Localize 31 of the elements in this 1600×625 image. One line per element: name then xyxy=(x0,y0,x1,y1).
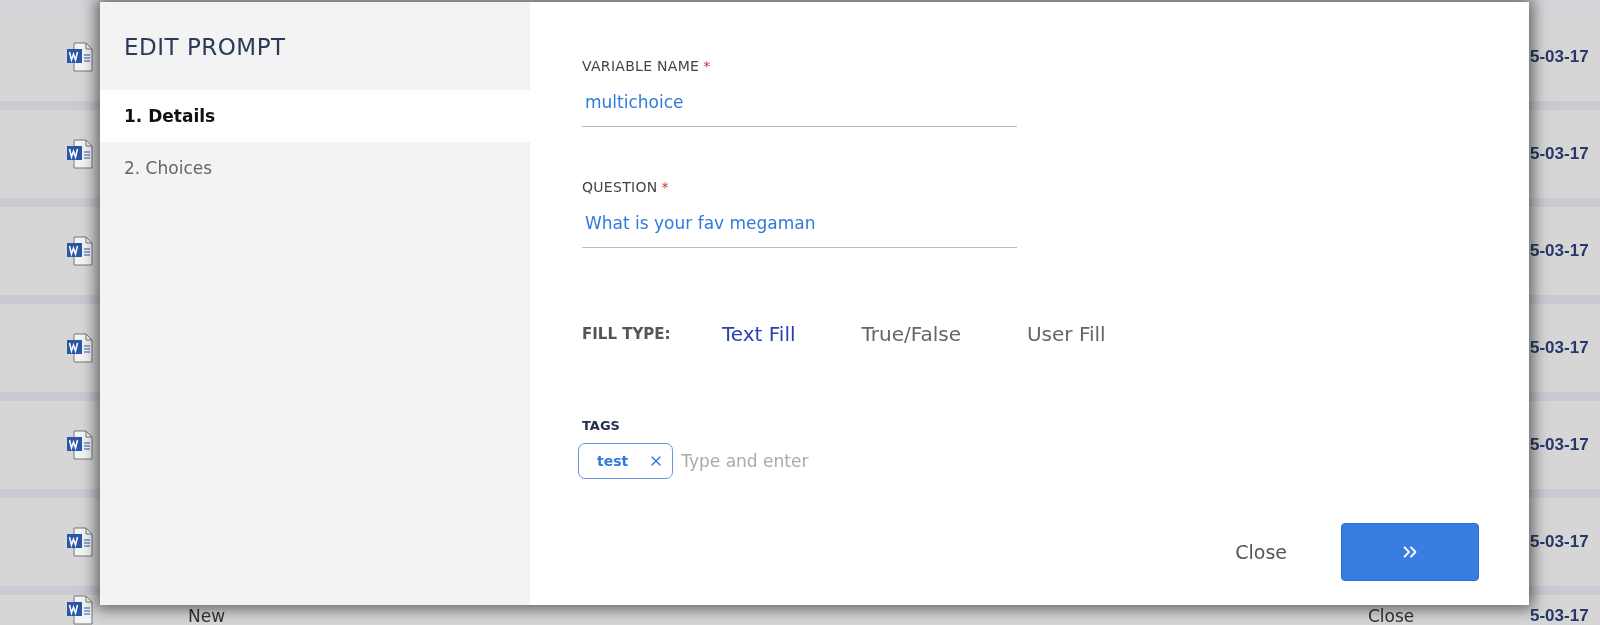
field-label: VARIABLE NAME * xyxy=(582,58,712,74)
tag-chip: test xyxy=(578,443,674,479)
word-document-icon xyxy=(66,527,94,557)
document-date: 5-03-17 xyxy=(1530,48,1589,66)
word-document-icon xyxy=(66,595,94,625)
word-document-icon xyxy=(66,42,94,72)
field-label: QUESTION * xyxy=(582,179,670,195)
step-tab[interactable]: 2. Choices xyxy=(100,142,530,194)
text-field[interactable]: What is your fav megaman xyxy=(582,203,1017,248)
word-document-icon xyxy=(66,139,94,169)
tag-input-field[interactable]: Type and enter xyxy=(679,450,904,472)
document-title: New xyxy=(188,607,226,625)
document-date: 5-03-17 xyxy=(1530,607,1589,625)
dialog-title: EDIT PROMPT xyxy=(123,33,287,62)
document-date: 5-03-17 xyxy=(1530,533,1589,551)
document-date: 5-03-17 xyxy=(1530,242,1589,260)
word-document-icon xyxy=(66,236,94,266)
close-link[interactable]: Close xyxy=(1368,607,1415,625)
fill-type-option[interactable]: True/False xyxy=(861,322,961,346)
fill-type-label: FILL TYPE: xyxy=(582,325,672,343)
word-document-icon xyxy=(66,333,94,363)
document-date: 5-03-17 xyxy=(1530,145,1589,163)
tags-label: TAGS xyxy=(582,418,621,433)
text-field[interactable]: multichoice xyxy=(582,82,1017,127)
fill-type-option[interactable]: User Fill xyxy=(1026,322,1106,346)
fill-type-option[interactable]: Text Fill xyxy=(722,322,796,346)
close-button[interactable]: Close xyxy=(1231,535,1291,569)
document-date: 5-03-17 xyxy=(1530,339,1589,357)
document-date: 5-03-17 xyxy=(1530,436,1589,454)
step-tab[interactable]: 1. Details xyxy=(100,90,530,142)
word-document-icon xyxy=(66,430,94,460)
